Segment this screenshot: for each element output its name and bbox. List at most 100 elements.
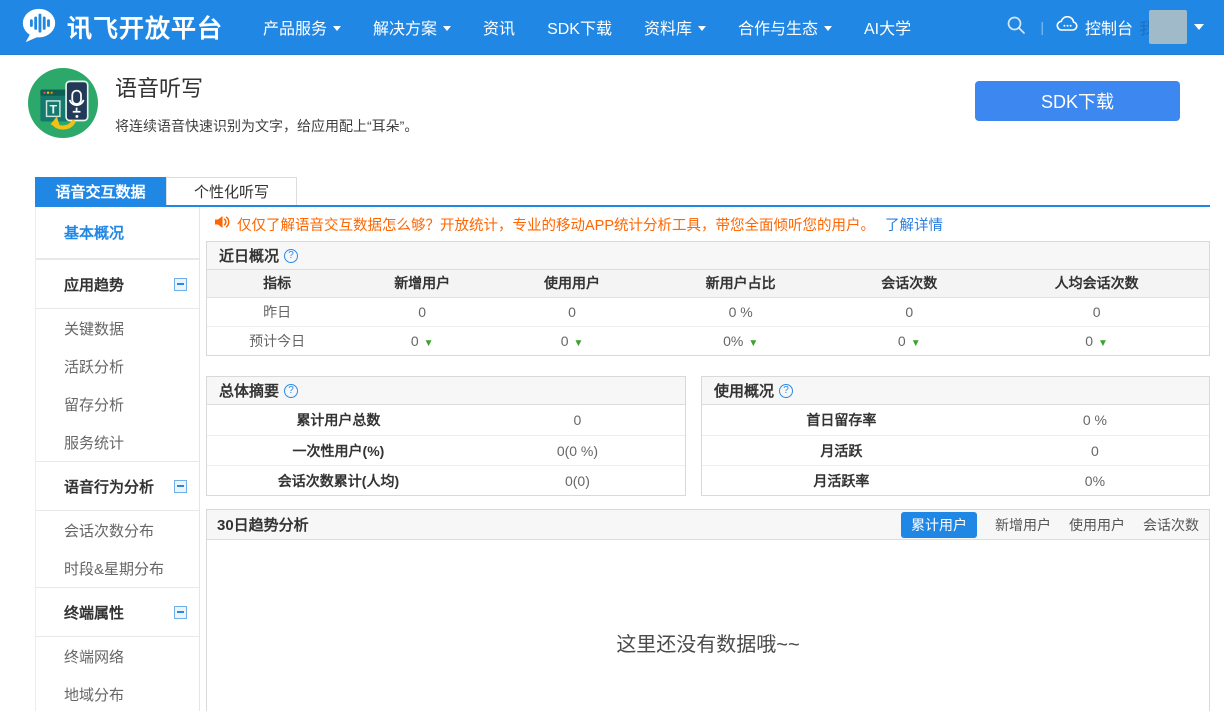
column-header: 指标 [207, 270, 348, 298]
trend-button-session-count[interactable]: 会话次数 [1143, 515, 1199, 535]
sidebar-item-terminal-network[interactable]: 终端网络 [36, 637, 199, 675]
brand-name: 讯飞开放平台 [67, 15, 224, 43]
trend-down-icon: ▼ [748, 337, 759, 349]
overall-summary-header: 总体摘要 ? [207, 377, 685, 405]
usage-row: 月活跃率 0% [702, 465, 1209, 495]
nav-item-news[interactable]: 资讯 [467, 0, 531, 55]
sidebar-item-region-distribution[interactable]: 地域分布 [36, 675, 199, 711]
metric-cell: 0% ▼ [646, 325, 835, 355]
sidebar-item-basic-overview[interactable]: 基本概况 [36, 207, 199, 259]
column-header: 会话次数 [834, 270, 985, 298]
nav-item-ai-university[interactable]: AI大学 [848, 0, 927, 55]
empty-state-text: 这里还没有数据哦~~ [616, 634, 800, 656]
sidebar-item-activity-analysis[interactable]: 活跃分析 [36, 347, 199, 385]
trend-button-cumulative-users[interactable]: 累计用户 [901, 511, 977, 538]
help-icon[interactable]: ? [284, 248, 299, 263]
sidebar-item-session-count-distribution[interactable]: 会话次数分布 [36, 511, 199, 549]
summary-panels-row: 总体摘要 ? 累计用户总数 0 一次性用户(%) 0(0 %) 会话次数累计(人… [206, 376, 1210, 496]
metric-cell: 0 % [728, 303, 753, 320]
chevron-down-icon [333, 25, 342, 31]
sidebar: 基本概况 应用趋势 关键数据 活跃分析 留存分析 服务统计 语音行为分析 会话次… [35, 207, 200, 711]
tab-bar: 语音交互数据 个性化听写 [35, 177, 1210, 207]
usage-overview-panel: 使用概况 ? 首日留存率 0 % 月活跃 0 月活跃率 0% [701, 376, 1210, 496]
svg-text:T: T [49, 102, 57, 116]
recent-overview-table: 指标 新增用户 使用用户 新用户占比 会话次数 人均会话次数 昨日 0 0 0 … [207, 270, 1209, 355]
column-header: 新增用户 [347, 270, 498, 298]
overall-summary-panel: 总体摘要 ? 累计用户总数 0 一次性用户(%) 0(0 %) 会话次数累计(人… [206, 376, 686, 496]
sidebar-item-service-stats[interactable]: 服务统计 [36, 423, 199, 461]
tab-voice-interaction-data[interactable]: 语音交互数据 [35, 177, 166, 205]
chevron-down-icon [443, 25, 452, 31]
metric-cell: 0 ▼ [834, 325, 985, 355]
trend-chart-area: 这里还没有数据哦~~ [207, 540, 1209, 711]
metric-cell: 0 [418, 303, 427, 320]
collapse-minus-icon[interactable] [174, 479, 187, 493]
avatar[interactable] [1149, 10, 1187, 44]
sidebar-group-terminal-attributes[interactable]: 终端属性 [36, 587, 199, 637]
sidebar-item-key-data[interactable]: 关键数据 [36, 309, 199, 347]
trend-down-icon: ▼ [910, 337, 921, 349]
row-label: 预计今日 [207, 325, 348, 355]
chevron-down-icon [697, 25, 706, 31]
trend-down-icon: ▼ [1098, 337, 1108, 349]
trend-analysis-panel: 30日趋势分析 累计用户 新增用户 使用用户 会话次数 这里还没有数据哦~~ [206, 509, 1210, 711]
sidebar-group-app-trends[interactable]: 应用趋势 [36, 259, 199, 309]
main-layout: 基本概况 应用趋势 关键数据 活跃分析 留存分析 服务统计 语音行为分析 会话次… [35, 207, 1210, 711]
collapse-minus-icon[interactable] [174, 605, 187, 619]
row-label: 昨日 [263, 303, 292, 320]
console-label: 控制台 [1084, 21, 1133, 38]
table-row: 预计今日 0 ▼ 0 ▼ 0% ▼ 0 ▼ 0 ▼ [207, 325, 1209, 355]
recent-overview-header: 近日概况 ? [207, 242, 1209, 270]
metric-cell: 0 [568, 303, 576, 320]
brand-logo[interactable]: 讯飞开放平台 [20, 6, 223, 49]
column-header: 人均会话次数 [984, 270, 1209, 298]
sidebar-item-retention-analysis[interactable]: 留存分析 [36, 385, 199, 423]
sidebar-group-voice-behavior[interactable]: 语音行为分析 [36, 461, 199, 511]
page-subtitle: 将连续语音快速识别为文字，给应用配上“耳朵”。 [115, 118, 419, 134]
navbar-right-area: | 控制台 我的 [1006, 10, 1204, 44]
trend-button-new-users[interactable]: 新增用户 [995, 515, 1051, 535]
trend-title: 30日趋势分析 [217, 517, 309, 534]
usage-row: 月活跃 0 [702, 435, 1209, 465]
summary-row: 累计用户总数 0 [296, 412, 582, 428]
column-header: 新用户占比 [646, 270, 835, 298]
search-icon[interactable] [1006, 15, 1026, 40]
metric-cell: 0 ▼ [347, 325, 498, 355]
nav-item-solutions[interactable]: 解决方案 [357, 0, 467, 55]
page: 讯飞开放平台 产品服务 解决方案 资讯 SDK下载 资料库 合作与生态 AI大学… [0, 0, 1224, 711]
metric-cell: 0 ▼ [497, 325, 647, 355]
page-title: 语音听写 [115, 76, 204, 101]
speaker-icon [214, 215, 230, 233]
column-header: 使用用户 [497, 270, 647, 298]
nav-item-library[interactable]: 资料库 [628, 0, 722, 55]
nav-item-ecosystem[interactable]: 合作与生态 [722, 0, 848, 55]
app-meta: 语音听写 将连续语音快速识别为文字，给应用配上“耳朵”。 [115, 68, 418, 136]
vertical-divider: | [1040, 19, 1044, 35]
metric-cell: 0 [905, 303, 914, 320]
cloud-console-icon [1056, 15, 1079, 38]
nav-item-sdk-download[interactable]: SDK下载 [531, 0, 628, 55]
collapse-minus-icon[interactable] [174, 277, 187, 291]
help-icon[interactable]: ? [284, 383, 299, 398]
chevron-down-icon[interactable] [1194, 24, 1204, 30]
nav-item-products[interactable]: 产品服务 [247, 0, 357, 55]
chevron-down-icon [824, 25, 832, 31]
summary-row: 一次性用户(%) 0(0 %) [207, 435, 685, 465]
tab-personalized-dictation[interactable]: 个性化听写 [166, 177, 297, 205]
recent-overview-panel: 近日概况 ? 指标 新增用户 使用用户 新用户占比 会话次数 人均会话次数 昨日… [206, 241, 1210, 356]
promo-notice: 仅仅了解语音交互数据怎么够？开放统计，专业的移动APP统计分析工具，带您全面倾听… [206, 207, 1210, 241]
speech-bubble-equalizer-icon [20, 6, 58, 49]
trend-down-icon: ▼ [423, 337, 434, 349]
trend-button-active-users[interactable]: 使用用户 [1069, 515, 1125, 535]
metric-cell: 0 [1092, 303, 1101, 320]
sidebar-item-time-week-distribution[interactable]: 时段&星期分布 [36, 549, 199, 587]
summary-row: 会话次数累计(人均) 0(0) [207, 465, 685, 495]
help-icon[interactable]: ? [779, 383, 794, 398]
top-navbar: 讯飞开放平台 产品服务 解决方案 资讯 SDK下载 资料库 合作与生态 AI大学… [0, 0, 1224, 55]
notice-text: 仅仅了解语音交互数据怎么够？开放统计，专业的移动APP统计分析工具，带您全面倾听… [237, 217, 876, 234]
learn-more-link[interactable]: 了解详情 [885, 214, 943, 235]
trend-metric-switcher: 累计用户 新增用户 使用用户 会话次数 [901, 511, 1199, 538]
sdk-download-button[interactable]: SDK下载 [975, 81, 1180, 121]
trend-analysis-header: 30日趋势分析 累计用户 新增用户 使用用户 会话次数 [207, 510, 1209, 540]
console-link[interactable]: 控制台 [1056, 15, 1133, 39]
